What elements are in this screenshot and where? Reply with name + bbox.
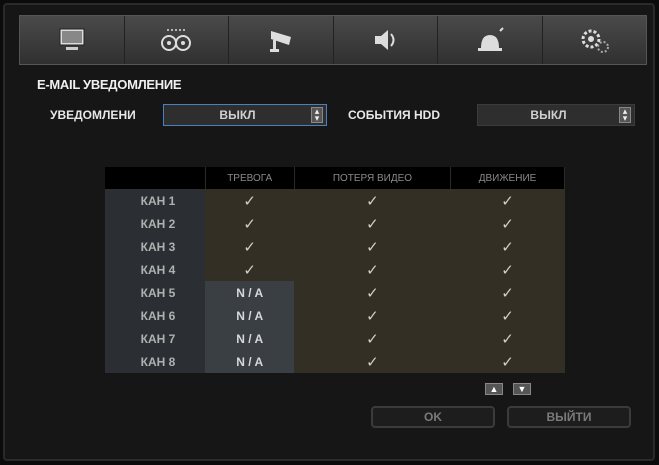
- notify-select[interactable]: ВЫКЛ ▴ ▾: [163, 104, 327, 126]
- channel-label: КАН 3: [105, 235, 205, 258]
- toolbar-audio[interactable]: [333, 16, 438, 64]
- table-row: КАН 2 ✓ ✓ ✓: [105, 212, 565, 235]
- settings-gears-icon: [581, 29, 610, 53]
- col-header-channel: [105, 167, 206, 189]
- toolbar-settings[interactable]: [542, 16, 646, 64]
- event-table: ТРЕВОГА ПОТЕРЯ ВИДЕО ДВИЖЕНИЕ КАН 1 ✓ ✓ ✓ КА…: [105, 167, 565, 373]
- notify-label: УВЕДОМЛЕНИ: [50, 108, 136, 122]
- hdd-events-value: ВЫКЛ: [530, 108, 567, 122]
- table-row: КАН 1 ✓ ✓ ✓: [105, 189, 565, 212]
- dialog-frame: E-MAIL УВЕДОМЛЕНИЕ УВЕДОМЛЕНИ ВЫКЛ ▴ ▾ СО…: [3, 3, 655, 461]
- video-loss-cell[interactable]: ✓: [294, 350, 451, 373]
- channel-label: КАН 7: [105, 327, 205, 350]
- motion-cell[interactable]: ✓: [450, 258, 565, 281]
- alarm-cell[interactable]: ✓: [205, 235, 295, 258]
- spinner-icon[interactable]: ▴ ▾: [619, 107, 631, 123]
- channel-label: КАН 1: [105, 189, 205, 212]
- table-row: КАН 3 ✓ ✓ ✓: [105, 235, 565, 258]
- page-up-button[interactable]: ▲: [485, 383, 503, 395]
- video-loss-cell[interactable]: ✓: [294, 212, 451, 235]
- ok-button[interactable]: OK: [371, 406, 495, 428]
- monitor-icon: [59, 28, 85, 50]
- notify-value: ВЫКЛ: [219, 108, 256, 122]
- alarm-cell: N / A: [205, 327, 295, 350]
- toolbar-display[interactable]: [20, 16, 125, 64]
- alarm-cell: N / A: [205, 281, 295, 304]
- video-loss-cell[interactable]: ✓: [294, 281, 451, 304]
- video-loss-cell[interactable]: ✓: [294, 189, 451, 212]
- toolbar-alarm[interactable]: [438, 16, 543, 64]
- alarm-cell: N / A: [205, 350, 295, 373]
- table-row: КАН 5N / A ✓ ✓: [105, 281, 565, 304]
- col-header-motion: ДВИЖЕНИЕ: [450, 167, 565, 189]
- table-row: КАН 8N / A ✓ ✓: [105, 350, 565, 373]
- alarm-siren-icon: [477, 27, 504, 51]
- motion-cell[interactable]: ✓: [450, 212, 565, 235]
- motion-cell[interactable]: ✓: [450, 350, 565, 373]
- exit-button[interactable]: ВЫЙТИ: [507, 406, 631, 428]
- menu-toolbar: [19, 15, 647, 65]
- table-header-row: ТРЕВОГА ПОТЕРЯ ВИДЕО ДВИЖЕНИЕ: [105, 167, 565, 189]
- toolbar-camera[interactable]: [229, 16, 334, 64]
- pager: ▲ ▼: [485, 383, 531, 395]
- motion-cell[interactable]: ✓: [450, 327, 565, 350]
- spinner-icon[interactable]: ▴ ▾: [311, 107, 323, 123]
- channel-label: КАН 6: [105, 304, 205, 327]
- page-down-button[interactable]: ▼: [513, 383, 531, 395]
- table-row: КАН 7N / A ✓ ✓: [105, 327, 565, 350]
- channel-label: КАН 5: [105, 281, 205, 304]
- video-loss-cell[interactable]: ✓: [294, 304, 451, 327]
- speaker-icon: [375, 30, 395, 50]
- toolbar-record[interactable]: [124, 16, 229, 64]
- video-loss-cell[interactable]: ✓: [294, 258, 451, 281]
- video-loss-cell[interactable]: ✓: [294, 327, 451, 350]
- motion-cell[interactable]: ✓: [450, 189, 565, 212]
- alarm-cell[interactable]: ✓: [205, 189, 295, 212]
- col-header-video-loss: ПОТЕРЯ ВИДЕО: [294, 167, 452, 189]
- channel-label: КАН 4: [105, 258, 205, 281]
- hdd-events-select[interactable]: ВЫКЛ ▴ ▾: [477, 104, 635, 126]
- alarm-cell[interactable]: ✓: [205, 258, 295, 281]
- motion-cell[interactable]: ✓: [450, 304, 565, 327]
- motion-cell[interactable]: ✓: [450, 281, 565, 304]
- section-title: E-MAIL УВЕДОМЛЕНИЕ: [37, 77, 182, 92]
- col-header-alarm: ТРЕВОГА: [205, 167, 295, 189]
- cctv-camera-icon: [269, 31, 291, 52]
- hdd-events-label: СОБЫТИЯ HDD: [348, 108, 440, 122]
- record-reels-icon: [161, 29, 192, 51]
- channel-label: КАН 8: [105, 350, 205, 373]
- motion-cell[interactable]: ✓: [450, 235, 565, 258]
- video-loss-cell[interactable]: ✓: [294, 235, 451, 258]
- alarm-cell[interactable]: ✓: [205, 212, 295, 235]
- table-row: КАН 6N / A ✓ ✓: [105, 304, 565, 327]
- channel-label: КАН 2: [105, 212, 205, 235]
- table-row: КАН 4 ✓ ✓ ✓: [105, 258, 565, 281]
- alarm-cell: N / A: [205, 304, 295, 327]
